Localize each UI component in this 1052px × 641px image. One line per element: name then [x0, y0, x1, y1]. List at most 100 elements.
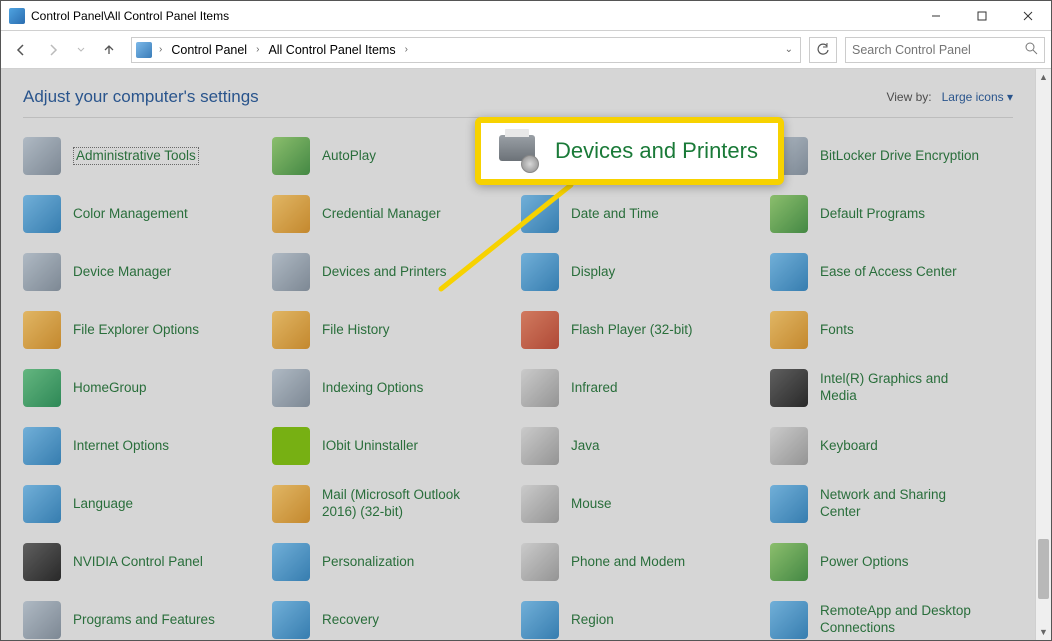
- control-panel-item[interactable]: File History: [272, 310, 515, 350]
- control-panel-item[interactable]: Flash Player (32-bit): [521, 310, 764, 350]
- search-icon: [1025, 42, 1038, 58]
- item-label: Ease of Access Center: [820, 264, 957, 281]
- item-icon: [23, 369, 61, 407]
- item-icon: [23, 311, 61, 349]
- item-label: Default Programs: [820, 206, 925, 223]
- control-panel-item[interactable]: Power Options: [770, 542, 1013, 582]
- item-icon: [23, 427, 61, 465]
- window-icon: [9, 8, 25, 24]
- page-title: Adjust your computer's settings: [23, 87, 259, 107]
- item-icon: [770, 195, 808, 233]
- control-panel-icon: [136, 42, 152, 58]
- control-panel-item[interactable]: IObit Uninstaller: [272, 426, 515, 466]
- item-label: Flash Player (32-bit): [571, 322, 693, 339]
- body: Adjust your computer's settings View by:…: [1, 69, 1051, 640]
- crumb-leaf[interactable]: All Control Panel Items: [264, 41, 399, 59]
- search-input[interactable]: [852, 43, 1025, 57]
- control-panel-item[interactable]: Mail (Microsoft Outlook 2016) (32-bit): [272, 484, 515, 524]
- item-label: Administrative Tools: [73, 147, 199, 166]
- control-panel-item[interactable]: RemoteApp and Desktop Connections: [770, 600, 1013, 640]
- control-panel-item[interactable]: Recovery: [272, 600, 515, 640]
- control-panel-item[interactable]: Date and Time: [521, 194, 764, 234]
- item-label: File Explorer Options: [73, 322, 199, 339]
- scroll-down-button[interactable]: ▼: [1036, 624, 1051, 640]
- item-label: Credential Manager: [322, 206, 441, 223]
- control-panel-item[interactable]: Credential Manager: [272, 194, 515, 234]
- control-panel-item[interactable]: Display: [521, 252, 764, 292]
- control-panel-item[interactable]: Java: [521, 426, 764, 466]
- item-label: RemoteApp and Desktop Connections: [820, 603, 980, 637]
- control-panel-item[interactable]: Default Programs: [770, 194, 1013, 234]
- viewby-dropdown[interactable]: Large icons ▾: [942, 90, 1013, 104]
- control-panel-item[interactable]: Region: [521, 600, 764, 640]
- control-panel-item[interactable]: Ease of Access Center: [770, 252, 1013, 292]
- chevron-down-icon: [77, 46, 85, 54]
- item-icon: [521, 543, 559, 581]
- control-panel-item[interactable]: Devices and Printers: [272, 252, 515, 292]
- control-panel-item[interactable]: Phone and Modem: [521, 542, 764, 582]
- control-panel-item[interactable]: Color Management: [23, 194, 266, 234]
- item-label: Date and Time: [571, 206, 659, 223]
- control-panel-item[interactable]: Network and Sharing Center: [770, 484, 1013, 524]
- chevron-right-icon: ›: [156, 44, 165, 55]
- item-label: Display: [571, 264, 615, 281]
- control-panel-item[interactable]: Infrared: [521, 368, 764, 408]
- breadcrumb-bar[interactable]: › Control Panel › All Control Panel Item…: [131, 37, 801, 63]
- control-panel-item[interactable]: HomeGroup: [23, 368, 266, 408]
- search-box[interactable]: [845, 37, 1045, 63]
- item-label: Internet Options: [73, 438, 169, 455]
- control-panel-item[interactable]: Administrative Tools: [23, 136, 266, 176]
- item-icon: [521, 195, 559, 233]
- control-panel-item[interactable]: Programs and Features: [23, 600, 266, 640]
- item-icon: [770, 253, 808, 291]
- up-button[interactable]: [95, 36, 123, 64]
- crumb-root[interactable]: Control Panel: [167, 41, 251, 59]
- forward-button[interactable]: [39, 36, 67, 64]
- item-icon: [521, 311, 559, 349]
- control-panel-item[interactable]: Intel(R) Graphics and Media: [770, 368, 1013, 408]
- control-panel-item[interactable]: NVIDIA Control Panel: [23, 542, 266, 582]
- control-panel-item[interactable]: BitLocker Drive Encryption: [770, 136, 1013, 176]
- control-panel-item[interactable]: Keyboard: [770, 426, 1013, 466]
- back-icon: [14, 43, 28, 57]
- item-label: Devices and Printers: [322, 264, 447, 281]
- item-label: Keyboard: [820, 438, 878, 455]
- item-label: Power Options: [820, 554, 909, 571]
- item-icon: [272, 485, 310, 523]
- refresh-button[interactable]: [809, 37, 837, 63]
- item-icon: [272, 601, 310, 639]
- refresh-icon: [817, 43, 830, 56]
- item-icon: [272, 311, 310, 349]
- scroll-thumb[interactable]: [1038, 539, 1049, 599]
- control-panel-item[interactable]: Device Manager: [23, 252, 266, 292]
- control-panel-item[interactable]: Personalization: [272, 542, 515, 582]
- item-icon: [23, 543, 61, 581]
- forward-icon: [46, 43, 60, 57]
- item-icon: [23, 137, 61, 175]
- minimize-button[interactable]: [913, 1, 959, 31]
- vertical-scrollbar[interactable]: ▲ ▼: [1035, 69, 1051, 640]
- control-panel-item[interactable]: Indexing Options: [272, 368, 515, 408]
- item-label: File History: [322, 322, 390, 339]
- item-label: NVIDIA Control Panel: [73, 554, 203, 571]
- control-panel-item[interactable]: Language: [23, 484, 266, 524]
- item-label: AutoPlay: [322, 148, 376, 165]
- item-icon: [521, 485, 559, 523]
- back-button[interactable]: [7, 36, 35, 64]
- item-icon: [23, 253, 61, 291]
- items-grid: Administrative ToolsAutoPlayBackup and R…: [23, 136, 1013, 640]
- control-panel-item[interactable]: Fonts: [770, 310, 1013, 350]
- close-button[interactable]: [1005, 1, 1051, 31]
- item-icon: [23, 601, 61, 639]
- control-panel-item[interactable]: Mouse: [521, 484, 764, 524]
- history-dropdown[interactable]: [71, 36, 91, 64]
- scroll-up-button[interactable]: ▲: [1036, 69, 1051, 85]
- item-icon: [23, 485, 61, 523]
- chevron-down-icon[interactable]: ⌄: [782, 44, 796, 55]
- control-panel-item[interactable]: File Explorer Options: [23, 310, 266, 350]
- item-label: Region: [571, 612, 614, 629]
- maximize-button[interactable]: [959, 1, 1005, 31]
- chevron-right-icon: ›: [402, 44, 411, 55]
- control-panel-item[interactable]: Internet Options: [23, 426, 266, 466]
- item-icon: [272, 253, 310, 291]
